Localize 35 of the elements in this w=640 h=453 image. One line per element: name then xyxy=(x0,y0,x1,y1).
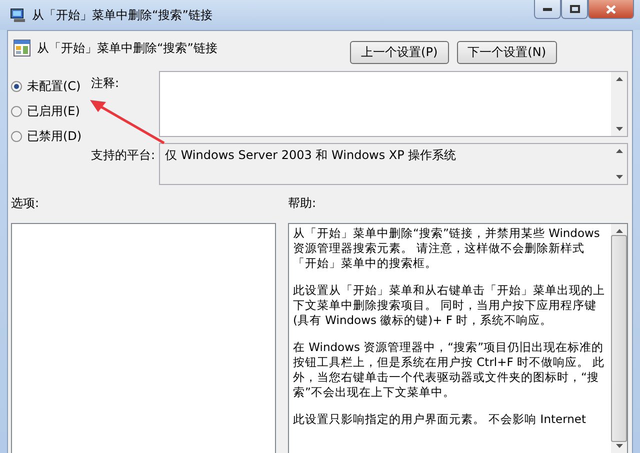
maximize-button[interactable] xyxy=(561,0,588,19)
close-button[interactable] xyxy=(588,0,634,19)
comment-field[interactable] xyxy=(159,71,628,137)
radio-option[interactable]: 已启用(E) xyxy=(11,103,91,120)
scroll-bar[interactable] xyxy=(611,72,627,136)
comment-label: 注释: xyxy=(91,75,120,92)
scroll-down-icon xyxy=(616,444,622,448)
close-icon xyxy=(606,4,616,14)
help-paragraph: 从「开始」菜单中删除“搜索”链接，并禁用某些 Windows 资源管理器搜索元素。 请注意，这样做不会删除新样式「开始」菜单中的搜索框。 xyxy=(293,226,601,271)
platform-text: 仅 Windows Server 2003 和 Windows XP 操作系统 xyxy=(165,148,456,162)
radio-option[interactable]: 未配置(C) xyxy=(11,78,91,95)
policy-title: 从「开始」菜单中删除“搜索”链接 xyxy=(37,40,218,56)
help-paragraph: 此设置从「开始」菜单和从右键单击「开始」菜单出现的上下文菜单中删除搜索项目。 同时，当用户按下应用程序键(具有 Windows 徽标的键)+ F 时，系统不响应。 xyxy=(293,283,606,328)
options-label: 选项: xyxy=(11,195,40,212)
scroll-down-icon xyxy=(616,127,622,131)
platform-label: 支持的平台: xyxy=(91,147,156,164)
radio-button[interactable] xyxy=(11,106,22,117)
nav-button[interactable]: 下一个设置(N) xyxy=(456,41,557,64)
window-title: 从「开始」菜单中删除“搜索”链接 xyxy=(32,6,214,24)
help-paragraph: 在 Windows 资源管理器中，“搜索”项目仍旧出现在标准的按钮工具栏上，但是系统在用户按 Ctrl+F 时不做响应。 此外，当您右键单击一个代表驱动器或文件夹的图标时，“搜索”不会出现在上下文菜单中。 xyxy=(293,340,606,400)
computer-icon xyxy=(10,7,26,23)
radio-button[interactable] xyxy=(11,131,22,142)
radio-button[interactable] xyxy=(11,81,22,92)
scroll-up-icon xyxy=(616,149,622,153)
help-paragraph: 此设置只影响指定的用户界面元素。 不会影响 Internet xyxy=(293,412,587,427)
nav-button[interactable]: 上一个设置(P) xyxy=(350,41,449,64)
radio-option[interactable]: 已禁用(D) xyxy=(11,128,91,145)
scroll-up-icon xyxy=(616,229,622,233)
help-label: 帮助: xyxy=(288,195,318,212)
scroll-up-icon xyxy=(616,77,622,81)
scroll-down-icon xyxy=(616,175,622,179)
policy-icon xyxy=(13,39,31,57)
minimize-icon xyxy=(543,8,552,10)
minimize-button[interactable] xyxy=(534,0,561,19)
maximize-icon xyxy=(570,5,580,13)
